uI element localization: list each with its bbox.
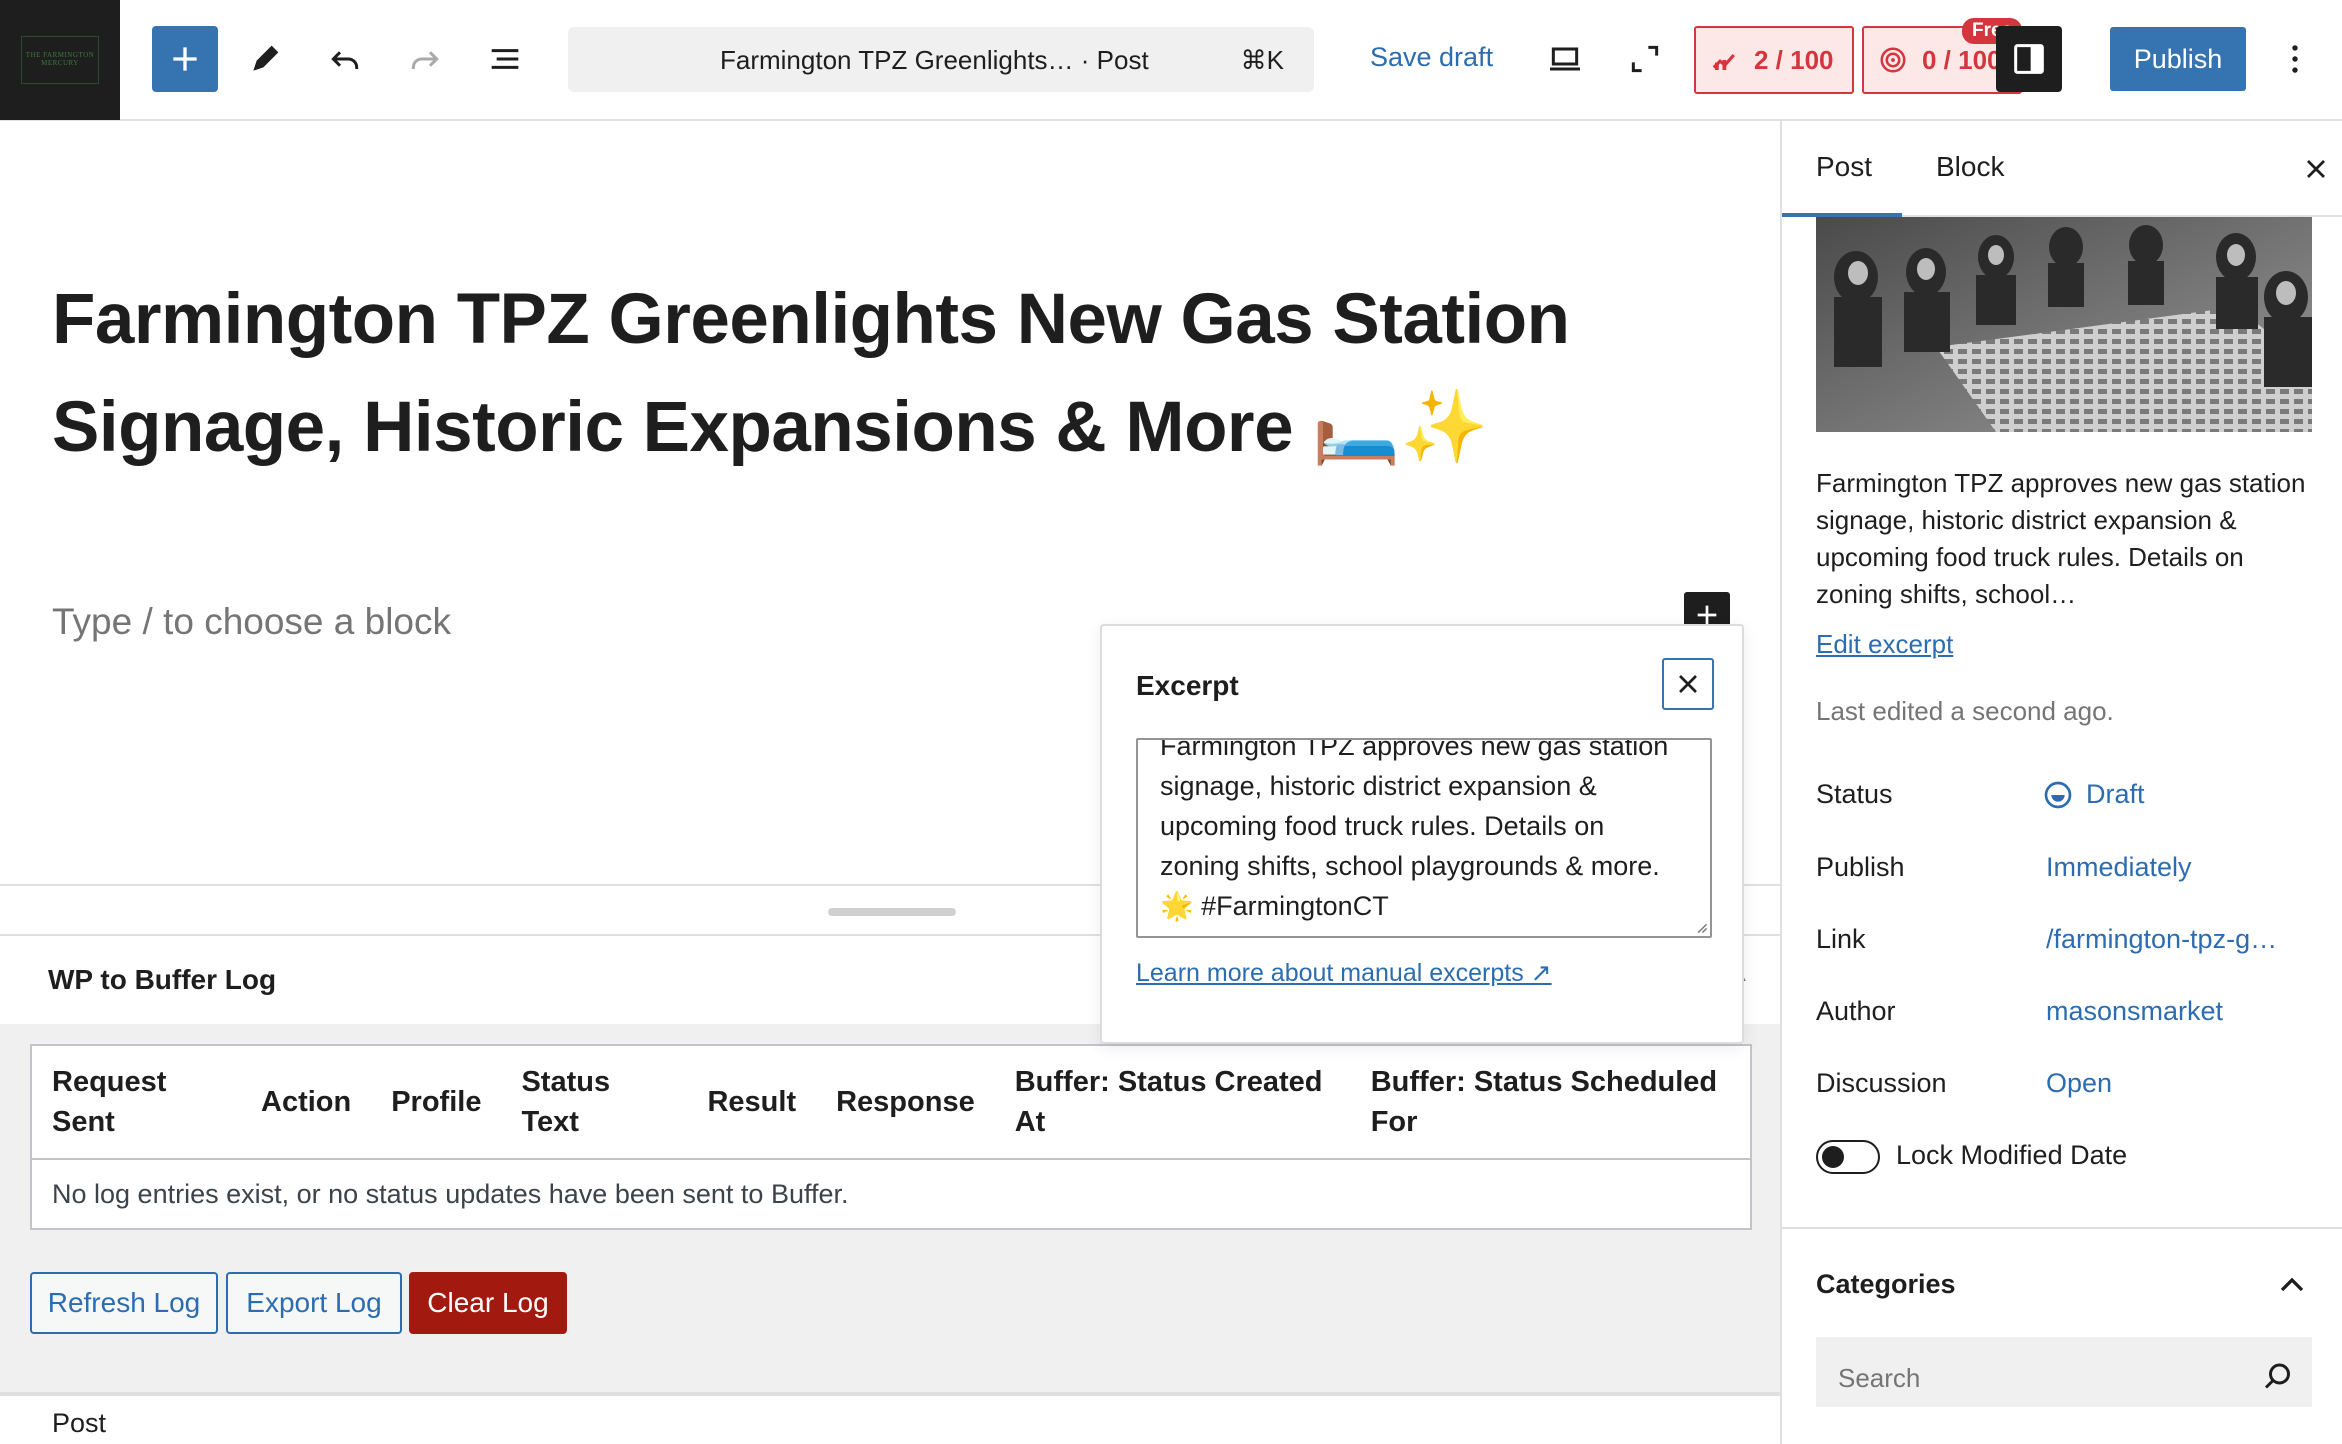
search-placeholder: Search [1838,1363,1921,1393]
preview-button[interactable] [1532,26,1598,92]
plus-icon [173,47,197,71]
categories-panel: Categories Search [1782,1227,2342,1444]
save-draft-button[interactable]: Save draft [1370,42,1493,73]
clear-log-button[interactable]: Clear Log [409,1272,567,1334]
draft-status-icon [2044,781,2072,809]
table-row: No log entries exist, or no status updat… [31,1159,1751,1229]
active-tab-indicator [1782,213,1902,217]
resize-grip-icon[interactable] [1694,920,1708,934]
table-header-row: Request Sent Action Profile Status Text … [31,1045,1751,1160]
metabox-title: WP to Buffer Log [48,964,277,995]
seo-score-value: 2 / 100 [1754,44,1834,75]
buffer-log-table: Request Sent Action Profile Status Text … [30,1044,1752,1230]
author-value[interactable]: masonsmarket [2046,996,2223,1027]
pencil-icon [253,45,279,71]
column-header: Response [816,1045,995,1160]
featured-image-illustration [1816,217,2312,432]
status-value[interactable]: Draft [2086,779,2145,810]
settings-sidebar: Post Block Farmington TPZ approves new g… [1780,121,2342,1444]
chevron-up-icon[interactable] [2272,1265,2312,1305]
site-logo[interactable]: THE FARMINGTON MERCURY [0,0,120,120]
more-vertical-icon [2292,45,2298,73]
laptop-icon [1550,47,1580,71]
editor-toolbar: THE FARMINGTON MERCURY Farmington TPZ Gr… [0,0,2342,121]
column-header: Status Text [501,1045,688,1160]
excerpt-popover: Excerpt Farmington TPZ approves new gas … [1100,624,1744,1044]
block-placeholder[interactable]: Type / to choose a block [52,601,451,643]
tools-button[interactable] [232,26,298,92]
document-overview-button[interactable] [472,26,538,92]
excerpt-textarea[interactable]: Farmington TPZ approves new gas station … [1136,738,1712,938]
resize-handle[interactable] [828,908,956,916]
excerpt-text: Farmington TPZ approves new gas station … [1160,738,1669,921]
fullscreen-button[interactable] [1612,26,1678,92]
sidebar-tabs: Post Block [1782,121,2342,217]
lock-modified-date-toggle[interactable] [1816,1140,1880,1174]
learn-more-excerpts-link[interactable]: Learn more about manual excerpts ↗ [1136,958,1552,988]
search-icon [2264,1363,2290,1389]
close-popover-button[interactable] [1662,658,1714,710]
seo-chart-icon [1712,53,1735,70]
last-edited-text: Last edited a second ago. [1816,696,2114,726]
seo-score-badge[interactable]: 2 / 100 [1694,26,1854,94]
readability-score-value: 0 / 100 [1922,44,2002,75]
close-sidebar-button[interactable] [2296,149,2336,189]
document-title-label: Farmington TPZ Greenlights… · Post [720,45,1149,75]
categories-search-input[interactable]: Search [1816,1337,2312,1407]
tab-block[interactable]: Block [1936,151,2004,183]
breadcrumb-post[interactable]: Post [52,1408,106,1439]
undo-button[interactable] [312,26,378,92]
column-header: Result [687,1045,817,1160]
undo-icon [331,51,359,69]
link-value[interactable]: /farmington-tpz-g… [2046,924,2277,955]
redo-button[interactable] [392,26,458,92]
column-header: Buffer: Status Created At [994,1045,1351,1160]
column-header: Action [241,1045,372,1160]
empty-log-message: No log entries exist, or no status updat… [52,1178,849,1209]
close-icon [2307,160,2325,178]
block-inserter-button[interactable] [152,26,218,92]
post-title[interactable]: Farmington TPZ Greenlights New Gas Stati… [52,266,1672,482]
options-menu-button[interactable] [2276,26,2314,92]
list-view-icon [491,49,519,69]
publish-label: Publish [1816,852,1905,882]
column-header: Buffer: Status Scheduled For [1350,1045,1751,1160]
tab-post[interactable]: Post [1816,151,1872,183]
edit-excerpt-link[interactable]: Edit excerpt [1816,629,1953,660]
command-shortcut: ⌘K [1240,45,1284,75]
publish-value[interactable]: Immediately [2046,852,2192,883]
author-label: Author [1816,996,1896,1026]
site-logo-text: THE FARMINGTON MERCURY [21,36,99,84]
sidebar-icon [2014,44,2044,74]
excerpt-preview: Farmington TPZ approves new gas station … [1816,468,2306,609]
column-header: Profile [371,1045,502,1160]
settings-sidebar-toggle[interactable] [1996,26,2062,92]
editor-footer-breadcrumb: Post [0,1394,1780,1444]
toggle-knob [1822,1146,1844,1168]
categories-title[interactable]: Categories [1816,1269,1956,1300]
export-log-button[interactable]: Export Log [226,1272,402,1334]
publish-button[interactable]: Publish [2110,27,2246,91]
status-label: Status [1816,779,1893,809]
refresh-log-button[interactable]: Refresh Log [30,1272,218,1334]
fullscreen-icon [1631,45,1659,73]
close-icon [1679,675,1697,693]
discussion-label: Discussion [1816,1068,1947,1098]
readability-target-icon [1880,47,1906,73]
popover-title: Excerpt [1136,670,1239,701]
command-palette-bar[interactable]: Farmington TPZ Greenlights… · Post ⌘K [568,27,1314,92]
featured-image[interactable] [1816,217,2312,432]
column-header: Request Sent [31,1045,241,1160]
link-label: Link [1816,924,1866,954]
discussion-value[interactable]: Open [2046,1068,2112,1099]
redo-icon [411,51,439,69]
lock-modified-date-label: Lock Modified Date [1896,1140,2128,1170]
